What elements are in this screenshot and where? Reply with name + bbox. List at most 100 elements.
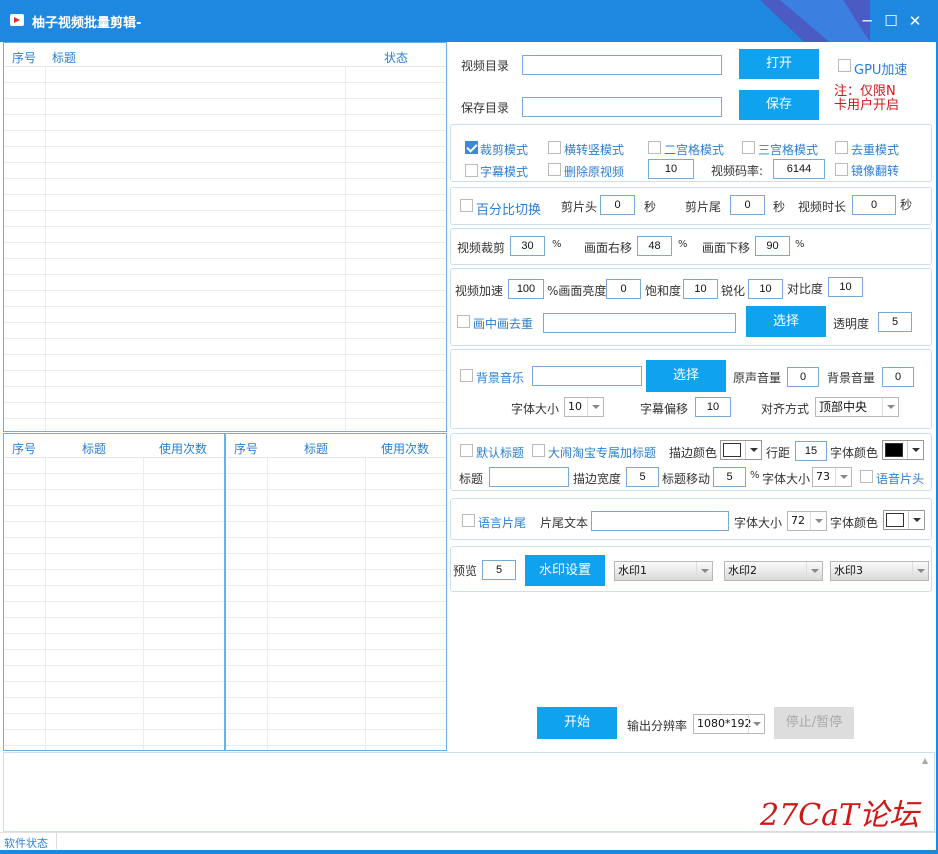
pip-path-input[interactable]: [543, 313, 736, 333]
chevron-down-icon: [882, 398, 898, 416]
column-title[interactable]: 标题: [82, 440, 106, 457]
bgm-path-input[interactable]: [532, 366, 642, 386]
taobao-title-label: 大闹淘宝专属加标题: [548, 446, 657, 460]
opacity-input[interactable]: [878, 312, 912, 332]
title-list-right-rows[interactable]: [226, 458, 446, 750]
bitrate-input[interactable]: [773, 159, 825, 179]
shift-down-unit: %: [795, 239, 805, 250]
shift-down-input[interactable]: [755, 236, 790, 256]
column-title[interactable]: 标题: [304, 440, 328, 457]
save-button[interactable]: 保存: [739, 90, 819, 120]
duration-unit: 秒: [900, 198, 913, 212]
shift-right-label: 画面右移: [584, 241, 633, 255]
align-select[interactable]: 顶部中央: [815, 397, 899, 417]
subtitle-font-size-select[interactable]: 10: [564, 397, 604, 417]
video-list-rows[interactable]: [4, 67, 446, 431]
orig-volume-input[interactable]: [787, 367, 819, 387]
column-use-count[interactable]: 使用次数: [159, 440, 207, 457]
subtitle-offset-input[interactable]: [695, 397, 731, 417]
line-spacing-input[interactable]: [795, 441, 827, 461]
taobao-title-checkbox[interactable]: [532, 444, 545, 457]
duration-input[interactable]: [852, 195, 896, 215]
watermark3-select[interactable]: 水印3: [830, 561, 929, 581]
stroke-color-label: 描边颜色: [669, 446, 718, 460]
watermark1-select[interactable]: 水印1: [614, 561, 713, 581]
three-grid-checkbox[interactable]: [742, 141, 755, 154]
trim-head-label: 剪片头: [561, 200, 598, 214]
shift-right-input[interactable]: [637, 236, 672, 256]
column-divider: [345, 67, 346, 431]
stroke-color-picker[interactable]: [720, 440, 762, 460]
column-index[interactable]: 序号: [234, 440, 258, 457]
trim-head-unit: 秒: [644, 200, 657, 214]
video-crop-input[interactable]: [510, 236, 545, 256]
landscape-portrait-checkbox[interactable]: [548, 141, 561, 154]
speed-input[interactable]: [508, 279, 544, 299]
brightness-input[interactable]: [606, 279, 641, 299]
bgm-select-button[interactable]: 选择: [646, 360, 726, 392]
column-use-count[interactable]: 使用次数: [381, 440, 429, 457]
delete-source-checkbox[interactable]: [548, 163, 561, 176]
sharpen-label: 锐化: [721, 284, 746, 298]
font-color-picker[interactable]: [882, 440, 924, 460]
title-list-right[interactable]: 序号 标题 使用次数: [225, 433, 447, 751]
open-button[interactable]: 打开: [739, 49, 819, 79]
bgm-volume-input[interactable]: [882, 367, 914, 387]
trim-head-input[interactable]: [600, 195, 635, 215]
contrast-label: 对比度: [787, 282, 824, 296]
bgm-checkbox[interactable]: [460, 369, 473, 382]
saturation-input[interactable]: [683, 279, 718, 299]
column-title[interactable]: 标题: [52, 49, 76, 66]
outro-font-color-picker[interactable]: [883, 510, 925, 530]
column-index[interactable]: 序号: [12, 440, 36, 457]
voice-tail-label: 语言片尾: [478, 516, 527, 530]
voice-head-label: 语音片头: [876, 472, 925, 486]
title-list-left[interactable]: 序号 标题 使用次数: [3, 433, 225, 751]
start-button[interactable]: 开始: [537, 707, 617, 739]
preview-input[interactable]: [482, 560, 516, 580]
gpu-checkbox[interactable]: [838, 59, 851, 72]
chevron-down-icon: [587, 398, 603, 416]
subtitle-font-size-value: 10: [568, 400, 582, 413]
mirror-flip-checkbox[interactable]: [835, 163, 848, 176]
subtitle-mode-checkbox[interactable]: [465, 164, 478, 177]
pip-select-button[interactable]: 选择: [746, 306, 826, 337]
subtitle-font-size-label: 字体大小: [511, 402, 560, 416]
minimize-icon[interactable]: ─: [856, 10, 878, 32]
save-dir-input[interactable]: [522, 97, 722, 117]
stroke-width-input[interactable]: [626, 467, 659, 487]
resolution-label: 输出分辨率: [627, 719, 688, 733]
crop-mode-checkbox[interactable]: [465, 141, 478, 154]
column-index[interactable]: 序号: [12, 49, 36, 66]
default-title-checkbox[interactable]: [460, 444, 473, 457]
title-font-size-select[interactable]: 73: [812, 467, 852, 487]
scroll-up-icon[interactable]: ▲: [922, 756, 932, 765]
count-input[interactable]: [648, 159, 694, 179]
close-icon[interactable]: ✕: [904, 10, 926, 32]
stroke-color-swatch: [723, 443, 741, 457]
pip-checkbox[interactable]: [457, 315, 470, 328]
video-dir-input[interactable]: [522, 55, 722, 75]
voice-head-checkbox[interactable]: [860, 470, 873, 483]
trim-tail-input[interactable]: [730, 195, 765, 215]
two-grid-checkbox[interactable]: [648, 141, 661, 154]
dedup-mode-checkbox[interactable]: [835, 141, 848, 154]
maximize-icon[interactable]: ☐: [880, 10, 902, 32]
subtitle-mode-label: 字幕模式: [480, 165, 529, 179]
title-move-input[interactable]: [713, 467, 746, 487]
title-list-right-header: 序号 标题 使用次数: [226, 434, 446, 458]
column-status[interactable]: 状态: [384, 49, 408, 66]
video-list[interactable]: 序号 标题 状态: [3, 42, 447, 432]
title-list-left-rows[interactable]: [4, 458, 224, 750]
resolution-select[interactable]: 1080*192: [693, 714, 765, 734]
contrast-input[interactable]: [828, 277, 863, 297]
voice-tail-checkbox[interactable]: [462, 514, 475, 527]
watermark2-select[interactable]: 水印2: [724, 561, 823, 581]
stop-pause-button[interactable]: 停止/暂停: [774, 707, 854, 739]
title-text-input[interactable]: [489, 467, 569, 487]
percent-switch-checkbox[interactable]: [460, 199, 473, 212]
outro-font-size-select[interactable]: 72: [787, 511, 827, 531]
sharpen-input[interactable]: [748, 279, 783, 299]
watermark-settings-button[interactable]: 水印设置: [525, 555, 605, 586]
outro-text-input[interactable]: [591, 511, 729, 531]
